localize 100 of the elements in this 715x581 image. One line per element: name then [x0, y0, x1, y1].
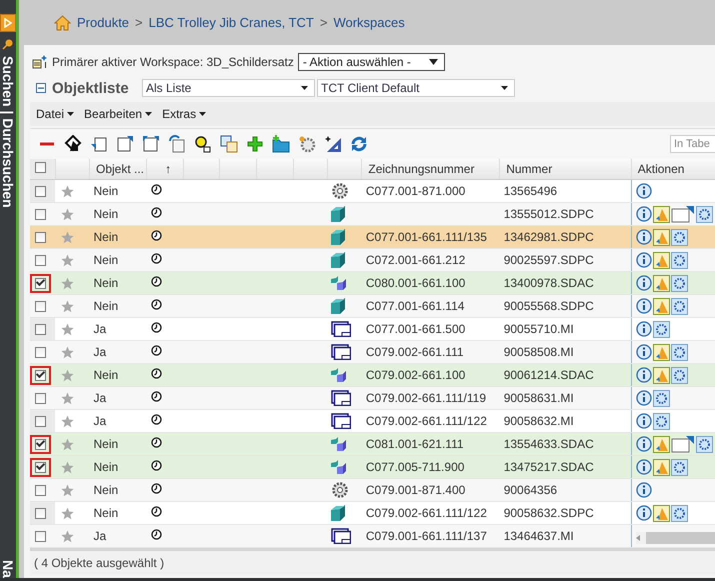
add-icon[interactable]: [246, 135, 264, 153]
star-icon[interactable]: [61, 506, 74, 520]
visualization-icon[interactable]: [652, 252, 670, 268]
horizontal-scrollbar[interactable]: [636, 532, 715, 544]
star-icon[interactable]: [61, 484, 74, 496]
sort-column-header[interactable]: ↑: [146, 159, 184, 180]
column-header[interactable]: Objekt ...: [89, 159, 147, 180]
rename-icon[interactable]: [220, 135, 238, 153]
visualization-icon[interactable]: [652, 458, 670, 476]
copy-right-icon[interactable]: [116, 135, 134, 153]
star-icon[interactable]: [61, 438, 74, 450]
triangle-ruler-icon[interactable]: [324, 135, 342, 153]
star-icon[interactable]: [61, 300, 74, 312]
star-icon[interactable]: [61, 460, 74, 474]
row-checkbox[interactable]: [35, 392, 46, 404]
row-checkbox[interactable]: [35, 278, 46, 288]
info-icon[interactable]: [636, 459, 652, 475]
pin-icon[interactable]: [2, 38, 14, 50]
view-select[interactable]: Als Liste: [142, 79, 315, 97]
info-icon[interactable]: [636, 505, 652, 521]
star-icon[interactable]: [61, 276, 74, 290]
configuration-icon[interactable]: [696, 206, 713, 222]
sidebar-label[interactable]: Na: [0, 560, 16, 578]
star-icon[interactable]: [61, 322, 74, 336]
action-select[interactable]: - Aktion auswählen -: [298, 53, 445, 71]
gear-icon[interactable]: [298, 135, 316, 153]
star-icon[interactable]: [61, 530, 74, 542]
info-icon[interactable]: [636, 413, 652, 429]
row-checkbox[interactable]: [35, 438, 46, 450]
copy-left-icon[interactable]: [90, 135, 108, 153]
configuration-icon[interactable]: [670, 274, 688, 292]
info-icon[interactable]: [636, 252, 652, 268]
info-icon[interactable]: [636, 206, 652, 222]
visualization-icon[interactable]: [652, 436, 670, 452]
scroll-left-icon[interactable]: [636, 535, 640, 541]
menu-item[interactable]: Bearbeiten: [84, 107, 152, 121]
new-folder-icon[interactable]: [272, 135, 290, 153]
configuration-icon[interactable]: [670, 298, 688, 314]
column-header[interactable]: Nummer: [500, 159, 632, 180]
configuration-icon[interactable]: [670, 252, 688, 268]
row-checkbox[interactable]: [35, 462, 46, 472]
breadcrumb-link[interactable]: Workspaces: [333, 15, 405, 30]
info-icon[interactable]: [636, 321, 652, 337]
row-checkbox[interactable]: [35, 346, 46, 358]
row-checkbox[interactable]: [35, 300, 46, 312]
star-icon[interactable]: [61, 184, 74, 198]
info-icon[interactable]: [636, 482, 652, 498]
visualization-icon[interactable]: [652, 228, 670, 246]
configuration-icon[interactable]: [670, 228, 688, 246]
sidebar-title[interactable]: Suchen | Durchsuchen: [0, 56, 16, 208]
visualization-icon[interactable]: [652, 298, 670, 314]
star-icon[interactable]: [61, 414, 74, 428]
info-icon[interactable]: [636, 275, 652, 291]
configuration-icon[interactable]: [652, 390, 670, 406]
row-checkbox[interactable]: [35, 324, 46, 334]
document-icon[interactable]: [670, 205, 695, 223]
configuration-icon[interactable]: [670, 366, 688, 384]
configuration-icon[interactable]: [670, 344, 688, 360]
configuration-icon[interactable]: [670, 504, 688, 522]
row-checkbox[interactable]: [35, 508, 46, 518]
visualization-icon[interactable]: [652, 274, 670, 292]
star-icon[interactable]: [61, 346, 74, 358]
menu-item[interactable]: Extras: [162, 107, 206, 121]
document-icon[interactable]: [670, 435, 695, 453]
row-checkbox[interactable]: [35, 416, 46, 426]
info-icon[interactable]: [636, 298, 652, 314]
refresh-document-icon[interactable]: [168, 135, 186, 153]
row-checkbox[interactable]: [35, 208, 46, 220]
copy-both-icon[interactable]: [142, 135, 160, 153]
row-checkbox[interactable]: [35, 232, 46, 242]
search-document-icon[interactable]: [194, 135, 212, 153]
configuration-icon[interactable]: [670, 458, 688, 476]
configuration-icon[interactable]: [652, 320, 670, 338]
collapse-icon[interactable]: [36, 83, 46, 93]
row-checkbox[interactable]: [35, 370, 46, 380]
visualization-icon[interactable]: [652, 206, 670, 222]
sync-icon[interactable]: [350, 135, 368, 153]
select-all-checkbox[interactable]: [35, 162, 46, 173]
column-header[interactable]: Zeichnungsnummer: [362, 159, 500, 180]
column-header[interactable]: Aktionen: [631, 159, 715, 180]
visualization-icon[interactable]: [652, 504, 670, 522]
visualization-icon[interactable]: [652, 344, 670, 360]
info-icon[interactable]: [636, 344, 652, 360]
info-icon[interactable]: [636, 436, 652, 452]
table-search-field[interactable]: In Tabe: [670, 135, 715, 153]
star-icon[interactable]: [61, 254, 74, 266]
info-icon[interactable]: [636, 183, 652, 199]
configuration-icon[interactable]: [696, 436, 713, 452]
star-icon[interactable]: [61, 392, 74, 404]
menu-item[interactable]: Datei: [36, 107, 74, 121]
star-icon[interactable]: [61, 230, 74, 244]
star-icon[interactable]: [61, 208, 74, 220]
visualization-icon[interactable]: [652, 366, 670, 384]
breadcrumb-link[interactable]: Produkte: [77, 15, 130, 30]
info-icon[interactable]: [636, 229, 652, 245]
row-checkbox[interactable]: [35, 254, 46, 266]
configuration-icon[interactable]: [652, 412, 670, 430]
info-icon[interactable]: [636, 390, 652, 406]
row-checkbox[interactable]: [35, 530, 46, 542]
row-checkbox[interactable]: [35, 186, 46, 196]
